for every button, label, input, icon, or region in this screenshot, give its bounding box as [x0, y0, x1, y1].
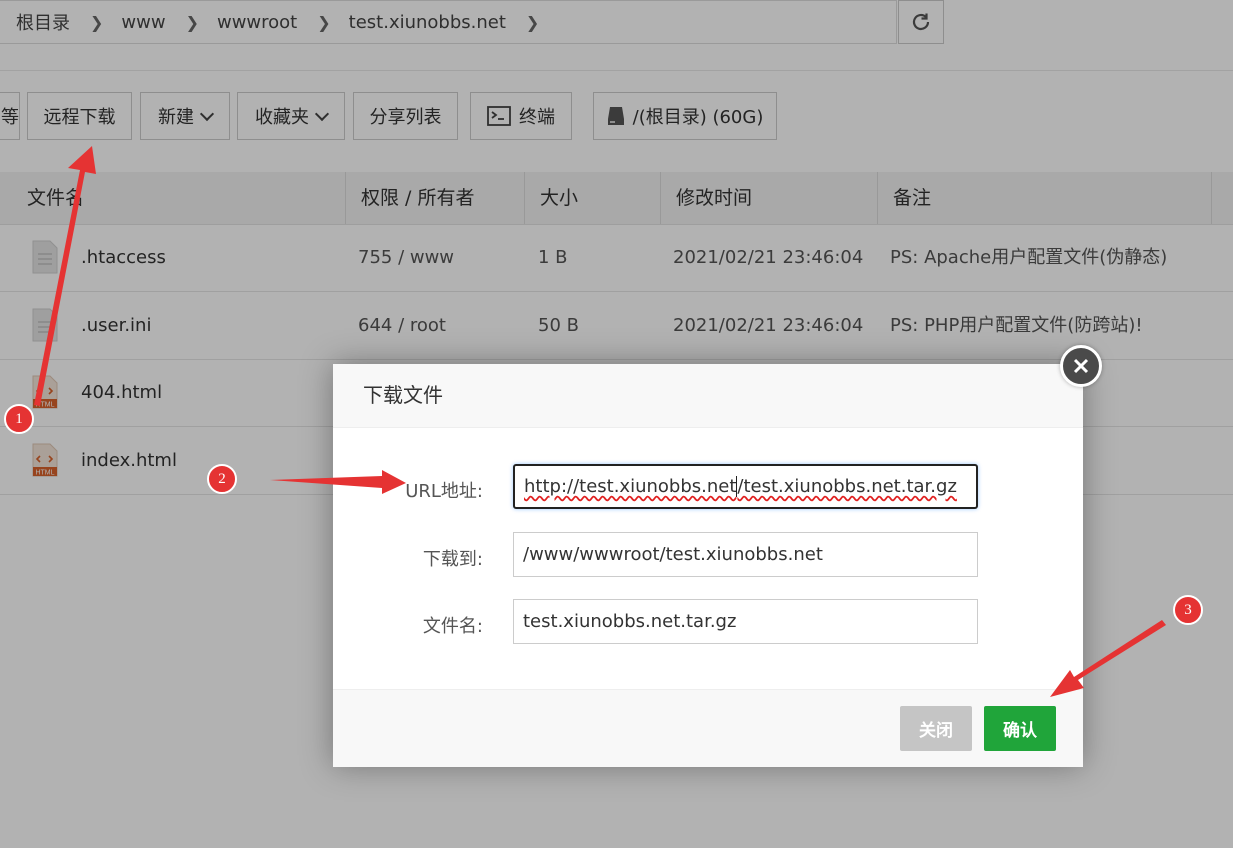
annotation-arrow-1	[34, 146, 96, 406]
annotation-badge-1: 1	[4, 404, 34, 434]
annotation-badge-3: 3	[1173, 595, 1203, 625]
annotation-arrows	[34, 146, 1166, 697]
annotation-arrow-3	[1050, 620, 1166, 697]
annotation-badge-2: 2	[207, 464, 237, 494]
annotation-arrow-2	[270, 470, 406, 494]
